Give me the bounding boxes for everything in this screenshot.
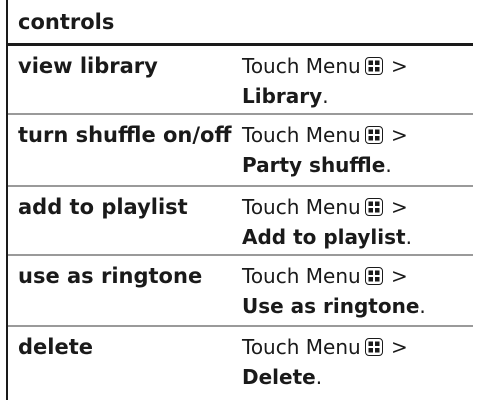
- row-description: Touch Menu > Party shuffle.: [242, 120, 472, 180]
- touch-menu-text: Touch Menu: [242, 123, 361, 147]
- table-row: delete Touch Menu > Delete.: [8, 327, 473, 400]
- chevron-separator: >: [391, 54, 408, 78]
- row-description: Touch Menu > Delete.: [242, 332, 472, 392]
- menu-option: Add to playlist: [242, 225, 406, 249]
- table-header: controls: [8, 0, 473, 46]
- row-term: turn shuffle on/off: [18, 123, 232, 147]
- menu-key-icon: [364, 126, 383, 144]
- row-term: use as ringtone: [18, 264, 203, 288]
- chevron-separator: >: [391, 123, 408, 147]
- menu-option: Delete: [242, 365, 316, 389]
- menu-key-icon: [364, 57, 383, 75]
- period: .: [385, 153, 392, 177]
- period: .: [405, 225, 412, 249]
- period: .: [315, 365, 323, 389]
- row-term: delete: [18, 335, 93, 359]
- touch-menu-text: Touch Menu: [242, 335, 361, 359]
- row-description: Touch Menu > Use as ringtone.: [242, 261, 472, 321]
- menu-option: Use as ringtone: [242, 294, 420, 318]
- table-row: use as ringtone Touch Menu > Use as ring…: [8, 256, 473, 327]
- table-row: view library Touch Menu > Library.: [8, 46, 473, 115]
- touch-menu-text: Touch Menu: [242, 195, 361, 219]
- row-term: view library: [18, 54, 158, 78]
- period: .: [419, 294, 426, 318]
- touch-menu-text: Touch Menu: [242, 54, 361, 78]
- menu-key-icon: [364, 338, 383, 356]
- row-description: Touch Menu > Add to playlist.: [242, 192, 472, 252]
- touch-menu-text: Touch Menu: [242, 264, 361, 288]
- menu-key-icon: [364, 267, 383, 285]
- menu-option: Party shuffle: [242, 153, 386, 177]
- menu-key-icon: [364, 198, 383, 216]
- table-row: turn shuffle on/off Touch Menu > Party s…: [8, 115, 473, 187]
- row-description: Touch Menu > Library.: [242, 51, 472, 111]
- period: .: [322, 84, 329, 108]
- chevron-separator: >: [391, 195, 408, 219]
- table-row: add to playlist Touch Menu > Add to play…: [8, 187, 473, 256]
- chevron-separator: >: [391, 264, 408, 288]
- menu-option: Library: [242, 84, 323, 108]
- controls-table: controls view library Touch Menu > Libra…: [6, 0, 473, 400]
- row-term: add to playlist: [18, 195, 188, 219]
- chevron-separator: >: [391, 335, 408, 359]
